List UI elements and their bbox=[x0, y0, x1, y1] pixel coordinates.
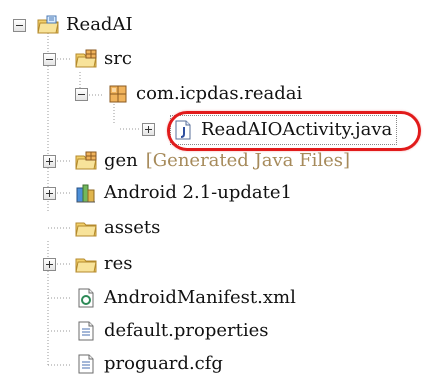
tree-item-label: gen bbox=[104, 150, 138, 171]
folder-icon bbox=[75, 222, 97, 237]
tree-item-android-library[interactable]: Android 2.1-update1 bbox=[74, 179, 292, 207]
android-library-icon bbox=[76, 184, 95, 203]
tree-item-label: proguard.cfg bbox=[104, 353, 223, 374]
generated-folder-icon bbox=[75, 151, 97, 170]
tree-item-decoration: [Generated Java Files] bbox=[145, 150, 351, 171]
folder-icon bbox=[75, 258, 97, 273]
tree-item-label: default.properties bbox=[104, 320, 269, 341]
expand-android-library-toggle[interactable] bbox=[43, 187, 56, 200]
tree-item-proguard[interactable]: proguard.cfg bbox=[74, 350, 223, 378]
tree-item-src[interactable]: src bbox=[74, 45, 132, 73]
source-folder-icon bbox=[75, 49, 97, 68]
tree-item-label: ReadAIOActivity.java bbox=[201, 119, 393, 140]
expand-res-toggle[interactable] bbox=[43, 258, 56, 271]
project-folder-icon bbox=[37, 15, 59, 34]
manifest-file-icon bbox=[78, 288, 94, 308]
tree-item-label: com.icpdas.readai bbox=[136, 83, 303, 104]
tree-item-label: assets bbox=[104, 217, 161, 238]
tree-item-label: res bbox=[104, 253, 133, 274]
tree-item-package[interactable]: com.icpdas.readai bbox=[106, 80, 302, 108]
collapse-readai-toggle[interactable] bbox=[13, 19, 26, 32]
tree-item-label: AndroidManifest.xml bbox=[104, 287, 296, 308]
expand-gen-toggle[interactable] bbox=[43, 155, 56, 168]
tree-item-readai[interactable]: ReadAI bbox=[36, 11, 133, 39]
project-explorer-tree: ReadAI src com.icpdas.readai ReadAIOActi… bbox=[0, 0, 440, 381]
tree-item-manifest[interactable]: AndroidManifest.xml bbox=[74, 284, 296, 312]
tree-item-label: src bbox=[104, 48, 132, 69]
tree-item-res[interactable]: res bbox=[74, 250, 133, 278]
expand-java-file-toggle[interactable] bbox=[142, 123, 155, 136]
text-file-icon bbox=[78, 354, 94, 374]
package-icon bbox=[109, 85, 127, 103]
tree-item-default-properties[interactable]: default.properties bbox=[74, 317, 269, 345]
java-file-icon bbox=[175, 120, 191, 140]
collapse-package-toggle[interactable] bbox=[75, 88, 88, 101]
text-file-icon bbox=[78, 321, 94, 341]
collapse-src-toggle[interactable] bbox=[43, 53, 56, 66]
tree-item-assets[interactable]: assets bbox=[74, 214, 160, 242]
tree-item-label: Android 2.1-update1 bbox=[104, 182, 292, 203]
tree-item-java-file[interactable]: ReadAIOActivity.java bbox=[170, 115, 398, 145]
tree-item-label: ReadAI bbox=[66, 14, 133, 35]
tree-item-gen[interactable]: gen [Generated Java Files] bbox=[74, 147, 350, 175]
